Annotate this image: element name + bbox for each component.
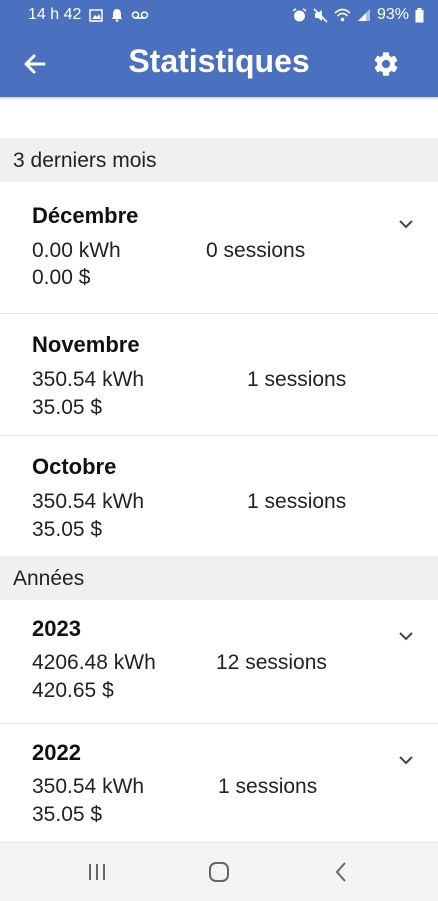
battery-percent: 93% — [376, 6, 409, 23]
item-kwh: 4206.48 kWh — [32, 651, 156, 674]
wifi-icon — [334, 8, 351, 22]
mute-icon — [313, 7, 328, 23]
item-title: Octobre — [32, 454, 117, 479]
voicemail-icon — [132, 11, 149, 19]
item-kwh: 350.54 kWh — [32, 490, 145, 513]
chevron-down-icon[interactable] — [396, 750, 416, 770]
alarm-icon — [292, 7, 307, 21]
item-cost: 0.00 $ — [32, 266, 91, 289]
item-cost: 35.05 $ — [32, 396, 103, 419]
item-sessions: 1 sessions — [247, 368, 347, 391]
home-icon[interactable] — [205, 858, 233, 886]
item-sessions: 12 sessions — [216, 651, 327, 674]
list-item-month-0[interactable]: Décembre 0.00 kWh 0 sessions 0.00 $ — [0, 182, 438, 314]
battery-icon — [415, 7, 424, 22]
notification-icon — [112, 9, 123, 22]
item-title: Novembre — [32, 332, 140, 357]
item-kwh: 0.00 kWh — [32, 239, 121, 262]
item-sessions: 1 sessions — [218, 775, 318, 798]
list-item-year-1[interactable]: 2022 350.54 kWh 1 sessions 35.05 $ — [0, 724, 438, 842]
gear-icon[interactable] — [372, 50, 400, 78]
list-item-year-0[interactable]: 2023 4206.48 kWh 12 sessions 420.65 $ — [0, 600, 438, 724]
chevron-down-icon[interactable] — [396, 214, 416, 234]
list-item-month-2[interactable]: Octobre 350.54 kWh 1 sessions 35.05 $ — [0, 436, 438, 556]
section-header-years: Années — [0, 556, 438, 600]
item-cost: 35.05 $ — [32, 803, 103, 826]
chevron-down-icon[interactable] — [396, 626, 416, 646]
list-item-month-1[interactable]: Novembre 350.54 kWh 1 sessions 35.05 $ — [0, 314, 438, 436]
item-sessions: 1 sessions — [247, 490, 347, 513]
app-bar-shadow — [0, 97, 438, 100]
item-kwh: 350.54 kWh — [32, 368, 145, 391]
item-title: 2022 — [32, 740, 81, 765]
status-bar: 14 h 42 93% — [0, 0, 438, 30]
item-cost: 420.65 $ — [32, 679, 114, 702]
item-title: Décembre — [32, 203, 139, 228]
item-sessions: 0 sessions — [206, 239, 306, 262]
app-bar: Statistiques — [0, 30, 438, 97]
item-title: 2023 — [32, 616, 81, 641]
signal-icon — [357, 9, 370, 21]
recent-apps-icon[interactable] — [83, 858, 111, 886]
section-header-months: 3 derniers mois — [0, 138, 438, 182]
item-kwh: 350.54 kWh — [32, 775, 145, 798]
system-nav-bar — [0, 842, 438, 901]
back-icon[interactable] — [328, 858, 356, 886]
item-cost: 35.05 $ — [32, 518, 103, 541]
status-time: 14 h 42 — [28, 6, 82, 23]
image-notification-icon — [89, 8, 104, 22]
